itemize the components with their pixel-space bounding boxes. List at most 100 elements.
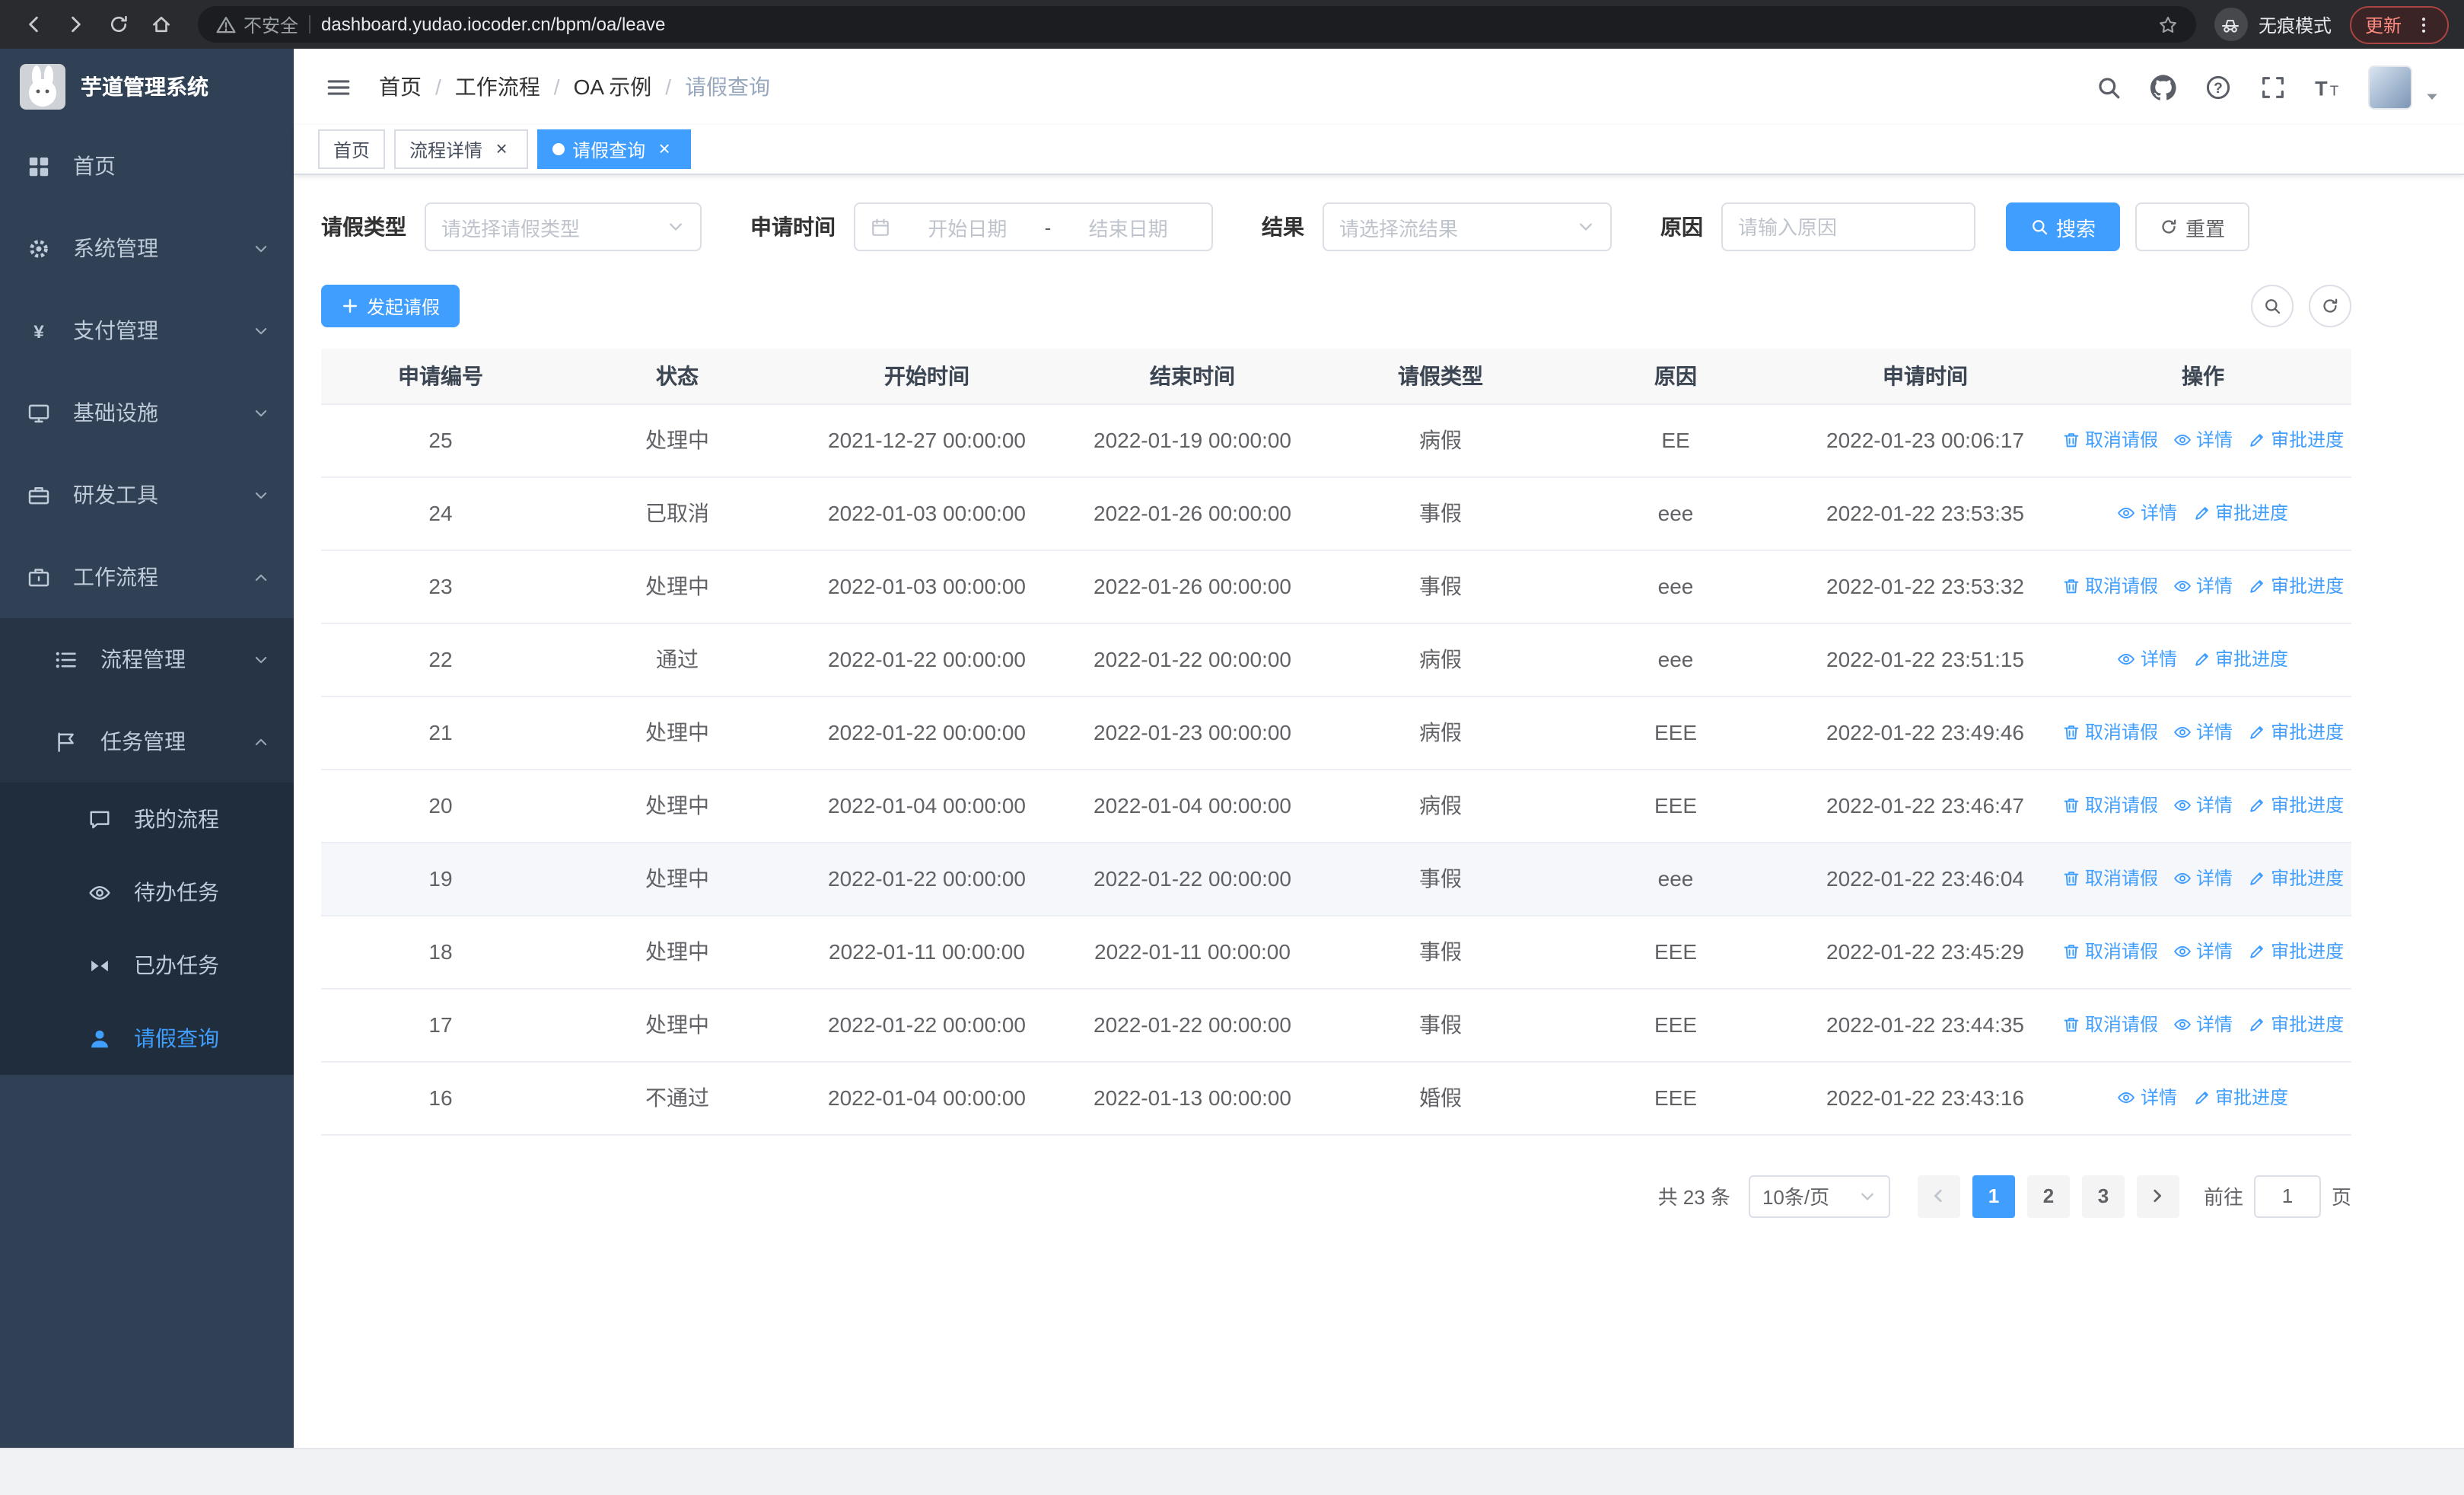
sidebar-collapse-icon[interactable] [318, 67, 358, 107]
progress-action-link[interactable]: 审批进度 [2248, 427, 2344, 453]
browser-home-button[interactable] [143, 6, 180, 43]
detail-action-link[interactable]: 详情 [2173, 719, 2233, 745]
detail-action-link[interactable]: 详情 [2118, 500, 2177, 526]
reason-input[interactable] [1721, 202, 1975, 251]
help-icon[interactable]: ? [2195, 64, 2240, 110]
sidebar-item-my-process[interactable]: 我的流程 [0, 783, 294, 856]
detail-action-link[interactable]: 详情 [2118, 1085, 2177, 1111]
sidebar-item-leave-query[interactable]: 请假查询 [0, 1002, 294, 1075]
goto-page-input[interactable] [2253, 1175, 2321, 1217]
progress-action-link[interactable]: 审批进度 [2192, 1085, 2288, 1111]
progress-action-link[interactable]: 审批进度 [2248, 792, 2344, 818]
bookmark-star-icon[interactable] [2158, 14, 2178, 34]
sidebar-item-workflow[interactable]: 工作流程 [0, 536, 294, 618]
apply-time-range-picker[interactable]: 开始日期 - 结束日期 [854, 202, 1213, 251]
chrome-update-chip[interactable]: 更新 [2349, 5, 2449, 43]
browser-menu-icon[interactable] [2414, 14, 2434, 34]
sidebar-item-system[interactable]: 系统管理 [0, 207, 294, 289]
reset-button[interactable]: 重置 [2135, 202, 2250, 251]
fullscreen-icon[interactable] [2249, 64, 2295, 110]
edit-icon [2192, 650, 2211, 668]
prev-page-button[interactable] [1917, 1175, 1960, 1217]
page-button-1[interactable]: 1 [1972, 1175, 2015, 1217]
sidebar-item-task-management[interactable]: 任务管理 [0, 700, 294, 783]
refresh-table-button[interactable] [2309, 285, 2351, 327]
apply-time-cell: 2022-01-22 23:44:35 [1796, 988, 2055, 1062]
chevron-down-icon [1577, 218, 1595, 236]
sidebar-item-infrastructure[interactable]: 基础设施 [0, 371, 294, 454]
browser-reload-button[interactable] [100, 6, 137, 43]
detail-action-link[interactable]: 详情 [2173, 865, 2233, 891]
github-icon[interactable] [2140, 64, 2185, 110]
trash-icon [2062, 1015, 2080, 1034]
browser-chrome: 不安全 dashboard.yudao.iocoder.cn/bpm/oa/le… [0, 0, 2464, 49]
detail-action-link[interactable]: 详情 [2173, 573, 2233, 599]
update-label: 更新 [2364, 14, 2402, 36]
tab-home[interactable]: 首页 [318, 129, 386, 169]
tab-process-detail[interactable]: 流程详情 × [394, 129, 529, 169]
chevron-down-icon [253, 240, 269, 257]
eye-icon [2118, 504, 2136, 522]
font-size-icon[interactable]: TT [2304, 64, 2350, 110]
eye-icon [2118, 1089, 2136, 1107]
leave-type-cell: 病假 [1326, 696, 1555, 770]
sidebar-item-devtools[interactable]: 研发工具 [0, 454, 294, 536]
browser-back-button[interactable] [15, 6, 52, 43]
edit-icon [2192, 1089, 2211, 1107]
sidebar-item-todo-tasks[interactable]: 待办任务 [0, 856, 294, 929]
apply-id-cell: 25 [321, 403, 560, 477]
cancel-action-link[interactable]: 取消请假 [2062, 1012, 2158, 1038]
cancel-action-link[interactable]: 取消请假 [2062, 573, 2158, 599]
create-leave-button[interactable]: 发起请假 [321, 285, 460, 327]
user-avatar[interactable] [2368, 65, 2412, 109]
leave-type-select[interactable]: 请选择请假类型 [425, 202, 702, 251]
detail-action-link[interactable]: 详情 [2173, 427, 2233, 453]
caret-down-icon[interactable] [2424, 88, 2440, 104]
detail-action-link[interactable]: 详情 [2173, 1012, 2233, 1038]
search-button[interactable]: 搜索 [2006, 202, 2121, 251]
close-icon[interactable]: × [490, 137, 513, 161]
address-bar[interactable]: 不安全 dashboard.yudao.iocoder.cn/bpm/oa/le… [198, 6, 2196, 43]
cancel-action-link[interactable]: 取消请假 [2062, 719, 2158, 745]
actions-cell: 取消请假 详情 审批进度 [2055, 915, 2351, 989]
cancel-action-link[interactable]: 取消请假 [2062, 427, 2158, 453]
detail-action-link[interactable]: 详情 [2118, 646, 2177, 672]
cancel-action-link[interactable]: 取消请假 [2062, 792, 2158, 818]
detail-action-link[interactable]: 详情 [2173, 792, 2233, 818]
progress-action-link[interactable]: 审批进度 [2248, 719, 2344, 745]
cancel-action-link[interactable]: 取消请假 [2062, 865, 2158, 891]
breadcrumb-oa-example[interactable]: OA 示例 [574, 72, 652, 102]
toolbox-icon [27, 483, 52, 506]
result-select[interactable]: 请选择流结果 [1323, 202, 1612, 251]
progress-action-link[interactable]: 审批进度 [2248, 939, 2344, 964]
leave-type-cell: 婚假 [1326, 1061, 1555, 1135]
progress-action-link[interactable]: 审批进度 [2192, 646, 2288, 672]
next-page-button[interactable] [2136, 1175, 2179, 1217]
apply-time-cell: 2022-01-22 23:53:35 [1796, 477, 2055, 550]
sidebar-item-payment[interactable]: ¥ 支付管理 [0, 289, 294, 371]
page-button-2[interactable]: 2 [2026, 1175, 2070, 1217]
close-icon[interactable]: × [653, 137, 676, 161]
edit-icon [2248, 577, 2266, 595]
tab-leave-query[interactable]: 请假查询 × [537, 129, 692, 169]
progress-action-link[interactable]: 审批进度 [2248, 1012, 2344, 1038]
progress-action-link[interactable]: 审批进度 [2248, 865, 2344, 891]
app-logo[interactable]: 芋道管理系统 [0, 49, 294, 125]
toggle-search-button[interactable] [2251, 285, 2294, 327]
horizontal-scrollbar-track[interactable] [0, 1448, 2464, 1495]
sidebar-item-process-management[interactable]: 流程管理 [0, 618, 294, 700]
site-security-chip[interactable]: 不安全 [216, 11, 298, 37]
progress-action-link[interactable]: 审批进度 [2248, 573, 2344, 599]
cancel-action-link[interactable]: 取消请假 [2062, 939, 2158, 964]
sidebar-item-done-tasks[interactable]: 已办任务 [0, 929, 294, 1002]
detail-action-link[interactable]: 详情 [2173, 939, 2233, 964]
calendar-icon [871, 217, 890, 237]
breadcrumb-home[interactable]: 首页 [379, 72, 422, 102]
sidebar-item-home[interactable]: 首页 [0, 125, 294, 207]
breadcrumb-workflow[interactable]: 工作流程 [455, 72, 540, 102]
browser-forward-button[interactable] [58, 6, 94, 43]
page-size-select[interactable]: 10条/页 [1748, 1175, 1890, 1217]
header-search-icon[interactable] [2085, 64, 2131, 110]
page-button-3[interactable]: 3 [2081, 1175, 2125, 1217]
progress-action-link[interactable]: 审批进度 [2192, 500, 2288, 526]
